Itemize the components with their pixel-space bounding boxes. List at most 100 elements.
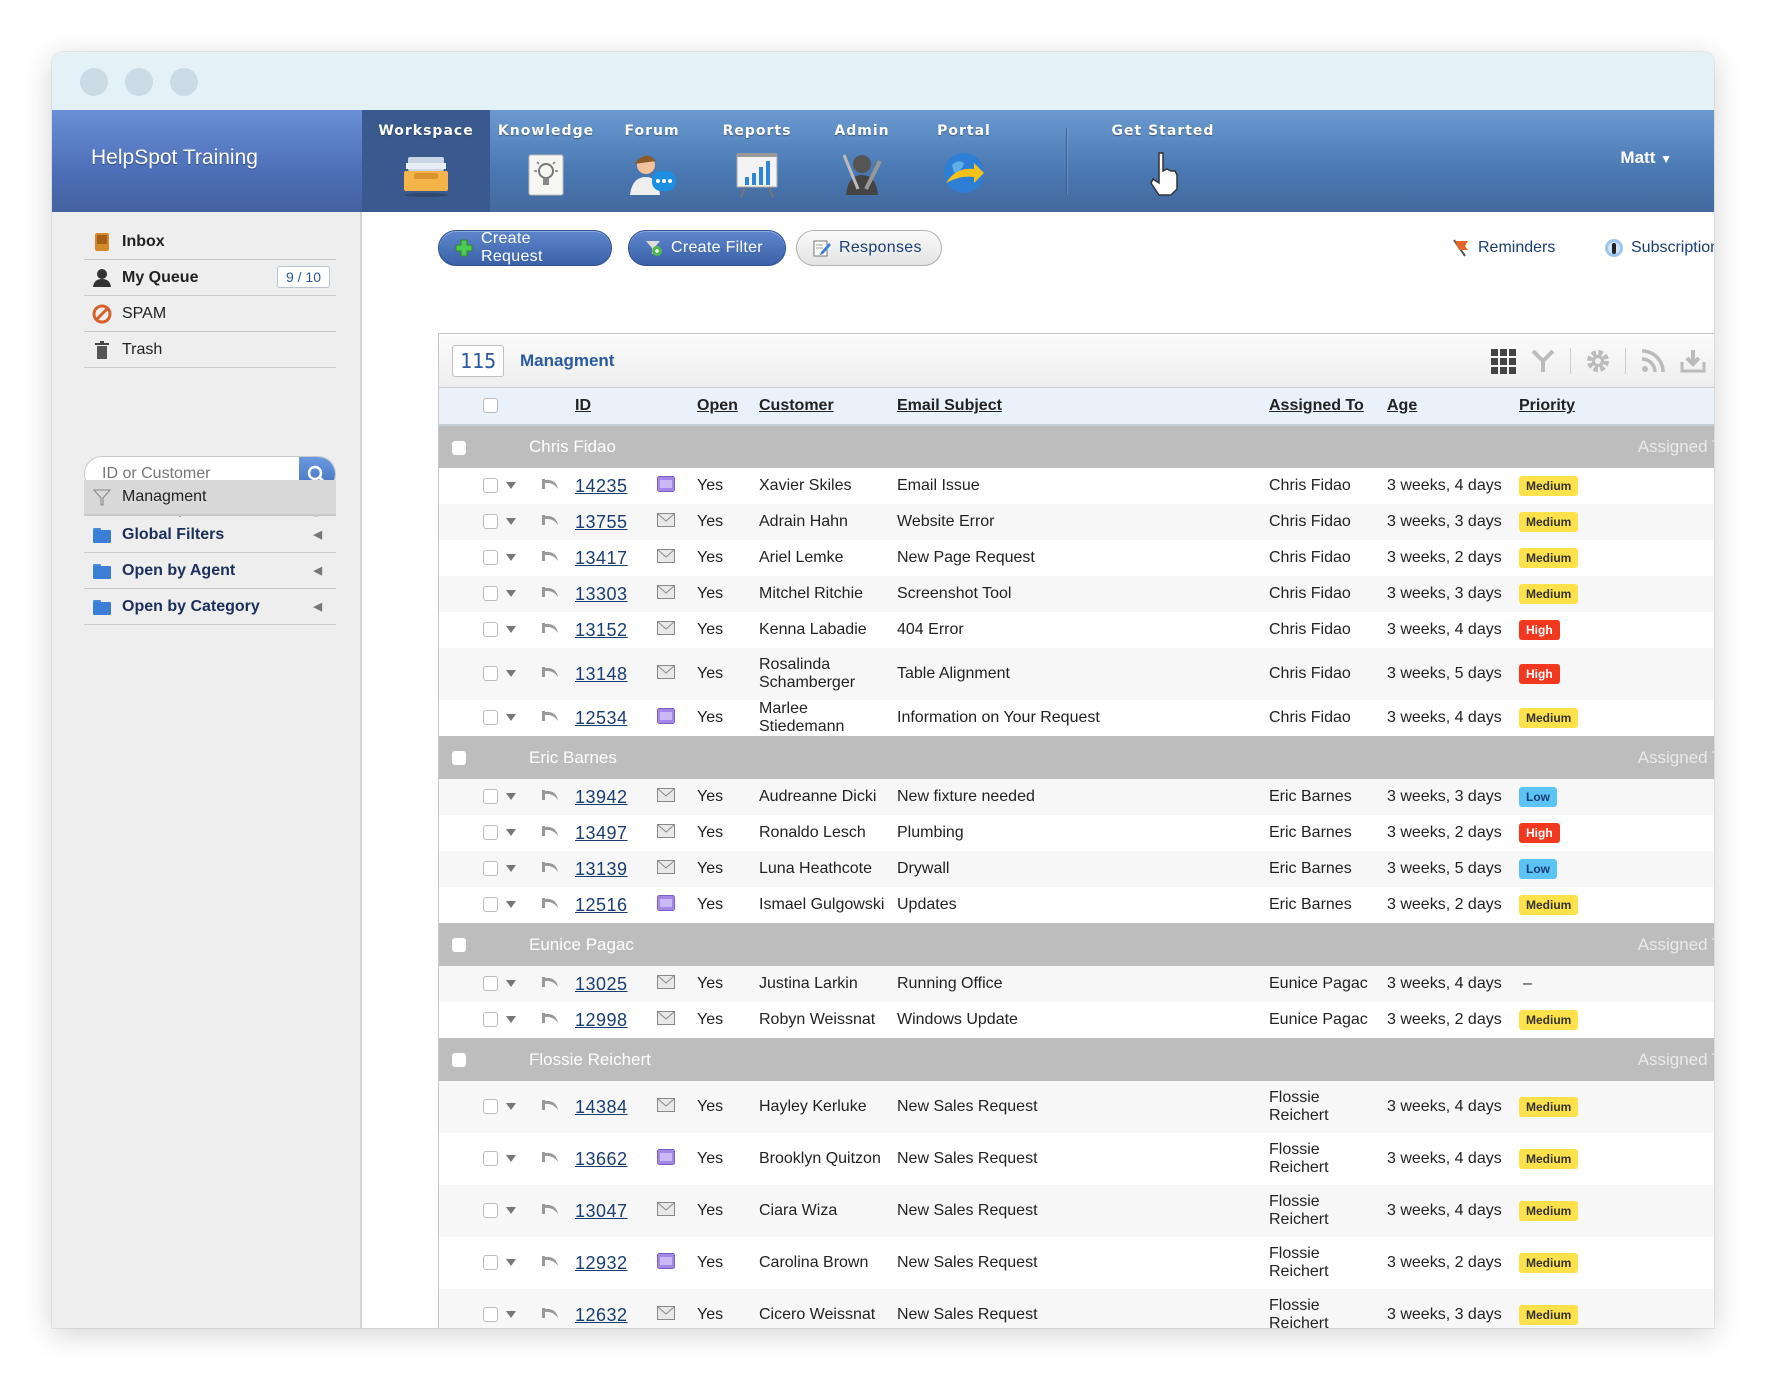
request-id-link[interactable]: 13417	[575, 548, 628, 568]
reply-icon[interactable]	[541, 709, 559, 723]
row-menu-caret-icon[interactable]	[506, 554, 516, 562]
sidebar-item-trash[interactable]: Trash	[84, 332, 336, 368]
table-row[interactable]: 13662 Yes Brooklyn Quitzon New Sales Req…	[439, 1133, 1714, 1185]
expand-arrow-icon[interactable]: ◀	[314, 564, 322, 577]
request-id-link[interactable]: 13662	[575, 1149, 628, 1169]
table-row[interactable]: 12932 Yes Carolina Brown New Sales Reque…	[439, 1237, 1714, 1289]
reply-icon[interactable]	[541, 824, 559, 838]
tab-portal[interactable]: Portal	[912, 110, 1016, 212]
row-menu-caret-icon[interactable]	[506, 1259, 516, 1267]
column-header-priority[interactable]: Priority	[1515, 388, 1714, 425]
table-row[interactable]: 13025 Yes Justina Larkin Running Office …	[439, 966, 1714, 1002]
row-checkbox[interactable]	[483, 1099, 498, 1115]
subscriptions-link[interactable]: Subscriptions	[1604, 238, 1714, 258]
table-row[interactable]: 13942 Yes Audreanne Dicki New fixture ne…	[439, 779, 1714, 815]
row-checkbox[interactable]	[483, 825, 498, 841]
row-checkbox[interactable]	[483, 861, 498, 877]
reply-icon[interactable]	[541, 1011, 559, 1025]
row-menu-caret-icon[interactable]	[506, 590, 516, 598]
reply-icon[interactable]	[541, 621, 559, 635]
table-row[interactable]: 13152 Yes Kenna Labadie 404 Error Chris …	[439, 612, 1714, 648]
row-checkbox[interactable]	[483, 1151, 498, 1167]
row-menu-caret-icon[interactable]	[506, 714, 516, 722]
sidebar-item-inbox[interactable]: Inbox	[84, 224, 336, 260]
request-id-link[interactable]: 13152	[575, 620, 628, 640]
column-header-id[interactable]: ID	[575, 388, 647, 425]
row-menu-caret-icon[interactable]	[506, 980, 516, 988]
row-checkbox[interactable]	[483, 1307, 498, 1323]
table-row[interactable]: 13303 Yes Mitchel Ritchie Screenshot Too…	[439, 576, 1714, 612]
group-select-checkbox[interactable]	[452, 1053, 466, 1068]
expand-arrow-icon[interactable]: ◀	[314, 528, 322, 541]
tab-workspace[interactable]: Workspace	[362, 110, 490, 212]
row-menu-caret-icon[interactable]	[506, 1016, 516, 1024]
request-id-link[interactable]: 13139	[575, 859, 628, 879]
reply-icon[interactable]	[541, 788, 559, 802]
row-menu-caret-icon[interactable]	[506, 626, 516, 634]
column-header-customer[interactable]: Customer	[759, 388, 897, 425]
row-menu-caret-icon[interactable]	[506, 482, 516, 490]
row-menu-caret-icon[interactable]	[506, 1103, 516, 1111]
sidebar-item-my-queue[interactable]: My Queue 9 / 10	[84, 260, 336, 296]
table-row[interactable]: 14235 Yes Xavier Skiles Email Issue Chri…	[439, 468, 1714, 504]
row-checkbox[interactable]	[483, 1012, 498, 1028]
group-select-checkbox[interactable]	[452, 751, 466, 766]
row-menu-caret-icon[interactable]	[506, 901, 516, 909]
reply-icon[interactable]	[541, 585, 559, 599]
tab-forum[interactable]: Forum	[602, 110, 702, 212]
row-checkbox[interactable]	[483, 550, 498, 566]
row-checkbox[interactable]	[483, 976, 498, 992]
tab-admin[interactable]: Admin	[812, 110, 912, 212]
tab-reports[interactable]: Reports	[702, 110, 812, 212]
table-row[interactable]: 12998 Yes Robyn Weissnat Windows Update …	[439, 1002, 1714, 1038]
table-row[interactable]: 13139 Yes Luna Heathcote Drywall Eric Ba…	[439, 851, 1714, 887]
group-select-checkbox[interactable]	[452, 440, 466, 455]
table-row[interactable]: 14384 Yes Hayley Kerluke New Sales Reque…	[439, 1081, 1714, 1133]
request-id-link[interactable]: 12998	[575, 1010, 628, 1030]
zoom-window-button[interactable]	[170, 68, 198, 96]
minimize-window-button[interactable]	[125, 68, 153, 96]
brand-title[interactable]: HelpSpot Training	[52, 110, 362, 212]
request-id-link[interactable]: 14384	[575, 1097, 628, 1117]
row-checkbox[interactable]	[483, 789, 498, 805]
row-checkbox[interactable]	[483, 666, 498, 682]
row-menu-caret-icon[interactable]	[506, 1207, 516, 1215]
reply-icon[interactable]	[541, 513, 559, 527]
sidebar-folder-open-by-agent[interactable]: Open by Agent ◀	[84, 553, 336, 589]
column-header-age[interactable]: Age	[1387, 388, 1515, 425]
column-header-email-subject[interactable]: Email Subject	[897, 388, 1269, 425]
table-row[interactable]: 12632 Yes Cicero Weissnat New Sales Requ…	[439, 1289, 1714, 1328]
row-checkbox[interactable]	[483, 1203, 498, 1219]
table-row[interactable]: 12516 Yes Ismael Gulgowski Updates Eric …	[439, 887, 1714, 923]
gear-icon[interactable]	[1585, 348, 1611, 374]
reply-icon[interactable]	[541, 1098, 559, 1112]
table-row[interactable]: 13047 Yes Ciara Wiza New Sales Request F…	[439, 1185, 1714, 1237]
column-header-open[interactable]: Open	[697, 388, 759, 425]
table-row[interactable]: 13497 Yes Ronaldo Lesch Plumbing Eric Ba…	[439, 815, 1714, 851]
tab-knowledge[interactable]: Knowledge	[490, 110, 602, 212]
request-id-link[interactable]: 12932	[575, 1253, 628, 1273]
row-checkbox[interactable]	[483, 514, 498, 530]
user-menu[interactable]: Matt ▼	[1620, 148, 1672, 168]
sidebar-folder-open-by-category[interactable]: Open by Category ◀	[84, 589, 336, 625]
table-row[interactable]: 13755 Yes Adrain Hahn Website Error Chri…	[439, 504, 1714, 540]
expand-arrow-icon[interactable]: ◀	[314, 600, 322, 613]
request-id-link[interactable]: 13025	[575, 974, 628, 994]
table-row[interactable]: 12534 Yes Marlee Stiedemann Information …	[439, 700, 1714, 736]
row-menu-caret-icon[interactable]	[506, 1311, 516, 1319]
request-id-link[interactable]: 13148	[575, 664, 628, 684]
row-menu-caret-icon[interactable]	[506, 793, 516, 801]
reply-icon[interactable]	[541, 477, 559, 491]
reminders-link[interactable]: Reminders	[1451, 238, 1555, 258]
create-filter-button[interactable]: Create Filter	[628, 230, 786, 266]
merge-icon[interactable]	[1530, 348, 1556, 374]
row-menu-caret-icon[interactable]	[506, 670, 516, 678]
row-menu-caret-icon[interactable]	[506, 829, 516, 837]
row-checkbox[interactable]	[483, 1255, 498, 1271]
table-row[interactable]: 13148 Yes Rosalinda Schamberger Table Al…	[439, 648, 1714, 700]
request-id-link[interactable]: 12534	[575, 708, 628, 728]
group-select-checkbox[interactable]	[452, 938, 466, 953]
row-checkbox[interactable]	[483, 897, 498, 913]
sidebar-filter-managment[interactable]: Managment	[84, 480, 336, 516]
reply-icon[interactable]	[541, 975, 559, 989]
